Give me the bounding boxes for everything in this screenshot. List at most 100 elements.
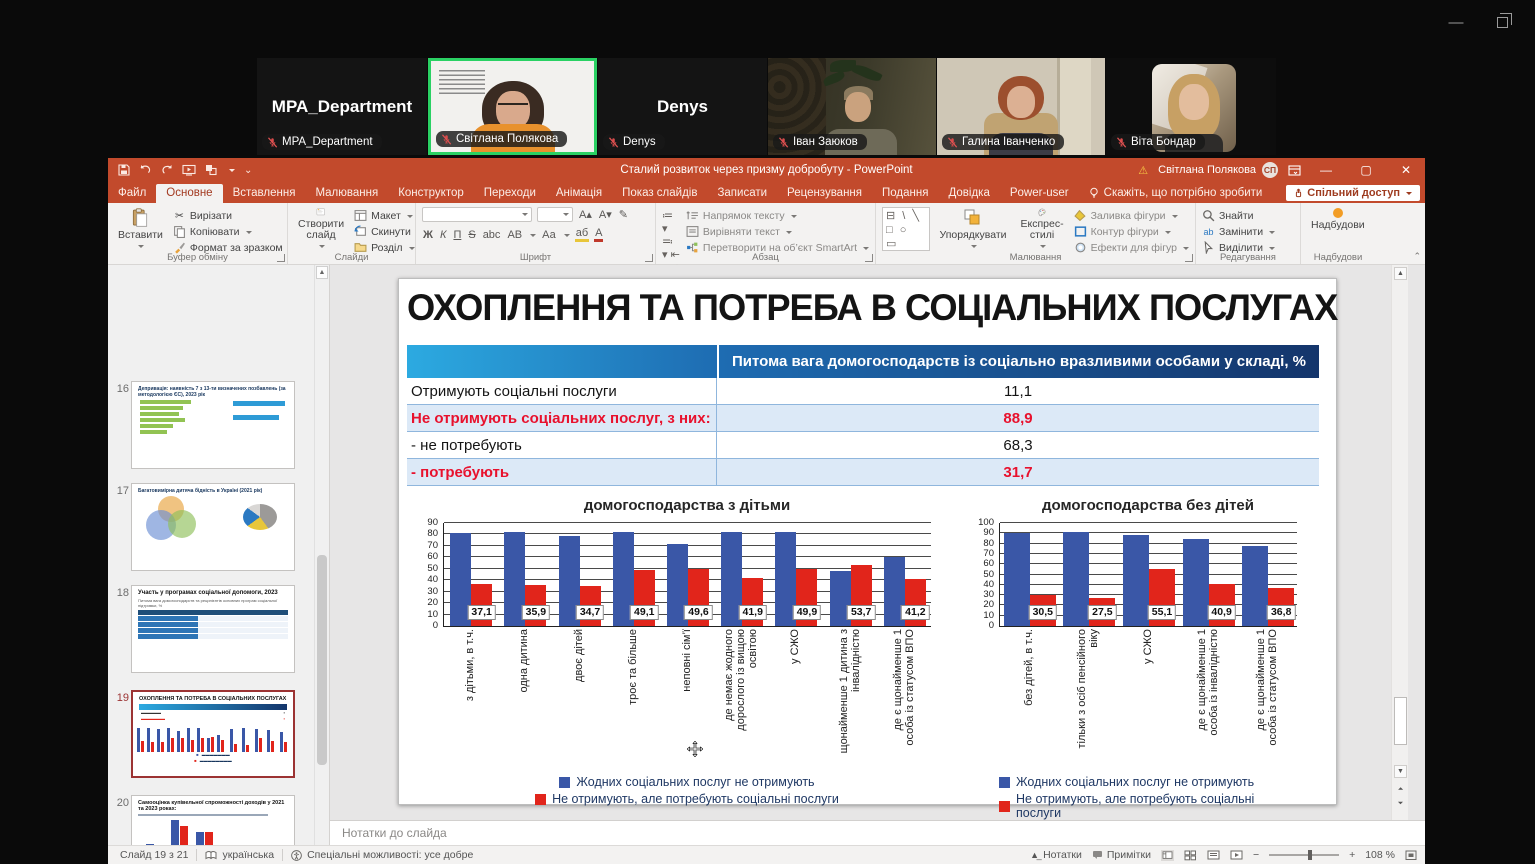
strikethrough-button[interactable]: S: [467, 229, 476, 241]
copy-button[interactable]: Копіювати: [173, 225, 283, 238]
shrink-font-icon[interactable]: А▾: [598, 208, 613, 221]
share-button[interactable]: Спільний доступ: [1286, 185, 1420, 201]
slide-canvas[interactable]: ОХОПЛЕННЯ ТА ПОТРЕБА В СОЦІАЛЬНИХ ПОСЛУГ…: [398, 278, 1337, 805]
dialog-launcher-icon[interactable]: [1185, 254, 1193, 262]
scroll-up-icon[interactable]: ▲: [316, 266, 328, 279]
tab-slideshow[interactable]: Показ слайдів: [612, 184, 707, 203]
font-size-combobox[interactable]: [537, 207, 573, 222]
change-case-button[interactable]: Аа: [541, 229, 557, 241]
slide-table[interactable]: Питома вага домогосподарств із соціально…: [407, 345, 1319, 486]
slide-scrollbar[interactable]: ▲ ▼ ⏶ ⏷: [1391, 265, 1408, 820]
shape-fill-button[interactable]: Заливка фігури: [1074, 209, 1189, 222]
notes-toggle[interactable]: ▲̲Нотатки: [1030, 849, 1082, 861]
undo-icon[interactable]: [139, 164, 152, 176]
zoom-slider[interactable]: [1269, 854, 1339, 856]
tell-me-box[interactable]: Скажіть, що потрібно зробити: [1079, 187, 1273, 203]
window-minimize-button[interactable]: —: [1311, 158, 1341, 182]
align-text-button[interactable]: Вирівняти текст: [686, 225, 869, 238]
slide-sorter-view-button[interactable]: [1184, 850, 1197, 861]
tab-design[interactable]: Конструктор: [388, 184, 474, 203]
grow-font-icon[interactable]: А▴: [578, 208, 593, 221]
next-slide-button[interactable]: ⏷: [1394, 797, 1407, 810]
tab-insert[interactable]: Вставлення: [223, 184, 306, 203]
zoom-restore-button[interactable]: [1489, 12, 1515, 32]
notes-pane[interactable]: Нотатки до слайда: [330, 820, 1425, 845]
qat-more-icon[interactable]: [229, 169, 235, 175]
arrange-button[interactable]: Упорядкувати: [936, 207, 1011, 250]
clear-format-icon[interactable]: ✎: [618, 208, 629, 221]
slideshow-view-button[interactable]: [1230, 850, 1243, 861]
underline-button[interactable]: П: [452, 229, 462, 241]
tab-home[interactable]: Основне: [156, 184, 222, 203]
thumbnail-slide-16[interactable]: Депривація: наявність 7 з 13-ти визначен…: [131, 381, 295, 469]
thumbnail-slide-19[interactable]: ОХОПЛЕННЯ ТА ПОТРЕБА В СОЦІАЛЬНИХ ПОСЛУГ…: [131, 690, 295, 778]
participant-tile-mpa[interactable]: MPA_Department MPA_Department: [257, 58, 427, 155]
chart-households-with-children[interactable]: домогосподарства з дітьми010203040506070…: [407, 497, 937, 806]
scrollbar-thumb[interactable]: [317, 555, 327, 765]
window-restore-button[interactable]: ▢: [1351, 158, 1381, 182]
previous-slide-button[interactable]: ⏶: [1394, 783, 1407, 796]
find-button[interactable]: Знайти: [1202, 209, 1275, 222]
tab-animations[interactable]: Анімація: [546, 184, 612, 203]
zoom-out-button[interactable]: −: [1253, 849, 1259, 861]
participant-tile-ivan[interactable]: Іван Заюков: [768, 58, 936, 155]
thumbnail-slide-17[interactable]: Багатовимірна дитяча бідність в Україні …: [131, 483, 295, 571]
participant-tile-denys[interactable]: Denys Denys: [598, 58, 767, 155]
cut-button[interactable]: ✂Вирізати: [173, 209, 283, 222]
tab-power-user[interactable]: Power-user: [1000, 184, 1079, 203]
zoom-minimize-button[interactable]: —: [1443, 12, 1469, 32]
tab-record[interactable]: Записати: [707, 184, 777, 203]
zoom-in-button[interactable]: +: [1349, 849, 1355, 861]
qat-customize-icon[interactable]: ⌄: [244, 165, 252, 176]
save-icon[interactable]: [118, 164, 130, 176]
scroll-down-icon[interactable]: ▼: [1394, 765, 1407, 778]
bold-button[interactable]: Ж: [422, 229, 434, 241]
tab-transitions[interactable]: Переходи: [474, 184, 546, 203]
paste-button[interactable]: Вставити: [114, 207, 167, 250]
dialog-launcher-icon[interactable]: [277, 254, 285, 262]
tab-draw[interactable]: Малювання: [305, 184, 388, 203]
shapes-gallery[interactable]: ⊟ \ ╲ □ ○ ▭△ ⌐ ¬ ⇨ ⇩ ◠⌇ ⌒ ∿ { } ☆: [882, 207, 930, 251]
slide-title[interactable]: ОХОПЛЕННЯ ТА ПОТРЕБА В СОЦІАЛЬНИХ ПОСЛУГ…: [407, 287, 1313, 329]
reading-view-button[interactable]: [1207, 850, 1220, 861]
ribbon-display-icon[interactable]: [1288, 165, 1301, 176]
font-color-button[interactable]: А: [594, 227, 603, 242]
participant-tile-vita[interactable]: Віта Бондар: [1106, 58, 1276, 155]
warning-icon[interactable]: ⚠: [1138, 164, 1148, 177]
scrollbar-thumb[interactable]: [1394, 697, 1407, 745]
fit-slide-button[interactable]: [1405, 850, 1417, 861]
shape-outline-button[interactable]: Контур фігури: [1074, 225, 1189, 238]
scroll-up-icon[interactable]: ▲: [1394, 267, 1407, 280]
replace-button[interactable]: abЗамінити: [1202, 225, 1275, 238]
highlight-button[interactable]: аб: [575, 227, 589, 242]
thumbnail-scrollbar[interactable]: ▲ ▼: [314, 265, 329, 864]
layout-button[interactable]: Макет: [354, 209, 414, 222]
slide-number-status[interactable]: Слайд 19 з 21: [108, 849, 188, 861]
participant-tile-svitlana[interactable]: Світлана Полякова: [428, 58, 597, 155]
redo-icon[interactable]: [161, 164, 173, 176]
font-name-combobox[interactable]: [422, 207, 532, 222]
start-slideshow-icon[interactable]: [182, 164, 196, 176]
collapse-ribbon-icon[interactable]: ⌃: [1413, 251, 1421, 262]
participant-tile-halyna[interactable]: Галина Іванченко: [937, 58, 1105, 155]
tab-help[interactable]: Довідка: [938, 184, 999, 203]
new-slide-button[interactable]: Створити слайд: [294, 207, 348, 250]
window-close-button[interactable]: ✕: [1391, 158, 1421, 182]
italic-button[interactable]: К: [439, 229, 447, 241]
language-status[interactable]: українська: [222, 849, 274, 861]
zoom-level[interactable]: 108 %: [1365, 849, 1395, 861]
chart-households-without-children[interactable]: домогосподарства без дітей01020304050607…: [955, 497, 1303, 820]
addins-button[interactable]: Надбудови: [1307, 207, 1369, 250]
format-icon[interactable]: [205, 164, 218, 176]
dialog-launcher-icon[interactable]: [645, 254, 653, 262]
tab-view[interactable]: Подання: [872, 184, 938, 203]
tab-file[interactable]: Файл: [108, 184, 156, 203]
thumbnail-slide-18[interactable]: Участь у програмах соціальної допомоги, …: [131, 585, 295, 673]
zoom-slider-knob[interactable]: [1308, 850, 1312, 860]
text-direction-button[interactable]: Напрямок тексту: [686, 209, 869, 222]
char-spacing-button[interactable]: АВ: [506, 229, 523, 241]
account-button[interactable]: Світлана Полякова СП: [1158, 162, 1278, 178]
accessibility-status[interactable]: Спеціальні можливості: усе добре: [307, 849, 473, 861]
spellcheck-icon[interactable]: [205, 850, 217, 861]
text-shadow-button[interactable]: abc: [482, 229, 502, 241]
